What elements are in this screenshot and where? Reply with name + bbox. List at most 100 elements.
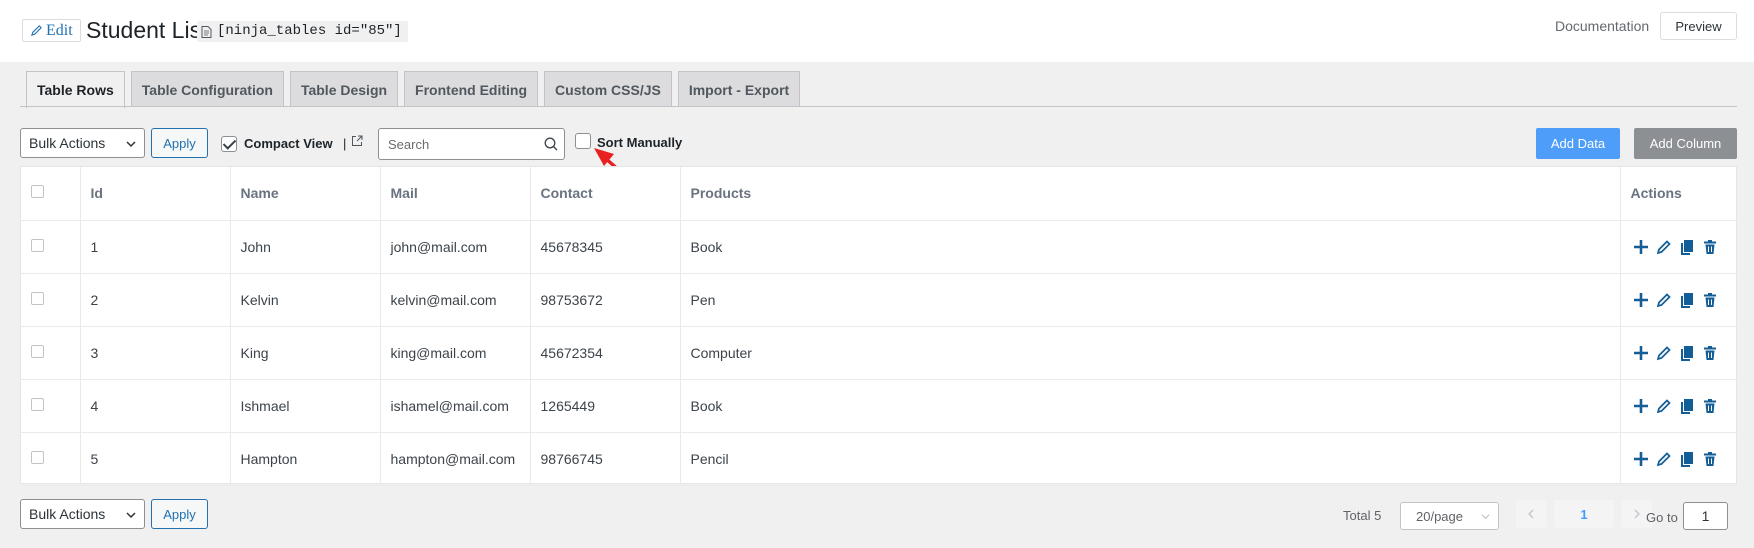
cell-actions (1620, 220, 1737, 274)
copy-icon[interactable] (1679, 451, 1695, 467)
cell-actions (1620, 379, 1737, 433)
apply-button[interactable]: Apply (151, 128, 208, 158)
table-row: 3 King king@mail.com 45672354 Computer (21, 326, 1738, 380)
tab-table-rows[interactable]: Table Rows (26, 71, 125, 108)
bulk-actions-select[interactable]: Bulk Actions (20, 128, 145, 158)
trash-icon[interactable] (1702, 451, 1718, 467)
plus-icon[interactable] (1633, 398, 1649, 414)
tab-table-configuration[interactable]: Table Configuration (130, 71, 284, 107)
cell-actions (1620, 326, 1738, 380)
compact-view-label: Compact View (244, 136, 333, 151)
document-icon (201, 25, 212, 38)
cell-product: Pencil (680, 432, 1621, 486)
shortcode-badge[interactable]: [ninja_tables id="85"] (197, 21, 408, 42)
search-icon[interactable] (544, 137, 558, 151)
cell-product: Book (680, 220, 1621, 274)
header-select-all[interactable] (21, 167, 81, 221)
trash-icon[interactable] (1702, 345, 1718, 361)
copy-icon[interactable] (1679, 398, 1695, 414)
row-select-cell (21, 379, 81, 433)
cell-contact: 1265449 (530, 379, 681, 433)
tab-custom-css-js[interactable]: Custom CSS/JS (544, 71, 672, 107)
cell-id: 4 (80, 379, 231, 433)
chevron-down-icon (1481, 514, 1490, 520)
tabs-divider (20, 106, 1737, 107)
copy-icon[interactable] (1679, 345, 1695, 361)
sort-manually-checkbox[interactable] (575, 133, 591, 149)
plus-icon[interactable] (1633, 239, 1649, 255)
row-actions (1631, 451, 1738, 467)
column-header-id[interactable]: Id (80, 167, 231, 221)
cell-mail: kelvin@mail.com (380, 273, 531, 327)
cell-product: Computer (680, 326, 1621, 380)
column-header-actions: Actions (1620, 167, 1737, 221)
tab-frontend-editing[interactable]: Frontend Editing (404, 71, 539, 107)
row-checkbox[interactable] (31, 397, 44, 411)
external-link-icon[interactable] (351, 135, 363, 147)
cell-contact: 98753672 (530, 273, 681, 327)
table-header-row: Id Name Mail Contact Products Actions (21, 167, 1737, 221)
preview-button[interactable]: Preview (1660, 12, 1737, 40)
data-table: Id Name Mail Contact Products Actions 1 … (20, 166, 1738, 486)
page-number-button[interactable]: 1 (1554, 500, 1614, 528)
row-actions (1631, 292, 1738, 308)
cell-id: 5 (80, 432, 231, 486)
trash-icon[interactable] (1702, 292, 1718, 308)
cell-id: 1 (80, 220, 231, 274)
cell-name: Kelvin (230, 273, 381, 327)
chevron-left-icon (1528, 509, 1534, 519)
table-row: 5 Hampton hampton@mail.com 98766745 Penc… (21, 432, 1738, 486)
plus-icon[interactable] (1633, 451, 1649, 467)
edit-title-button[interactable]: Edit (22, 19, 81, 42)
apply-button-bottom[interactable]: Apply (151, 499, 208, 529)
chevron-right-icon (1634, 509, 1640, 519)
shortcode-text: [ninja_tables id="85"] (217, 23, 402, 39)
total-count: Total 5 (1343, 508, 1382, 523)
column-header-products[interactable]: Products (680, 167, 1621, 221)
edit-icon[interactable] (1656, 451, 1672, 467)
cell-id: 2 (80, 273, 231, 327)
page-size-value: 20/page (1416, 508, 1463, 524)
column-header-contact[interactable]: Contact (530, 167, 681, 221)
add-data-button[interactable]: Add Data (1536, 128, 1620, 159)
row-select-cell (21, 432, 81, 486)
edit-icon[interactable] (1656, 398, 1672, 414)
column-header-name[interactable]: Name (230, 167, 381, 221)
edit-label: Edit (46, 22, 73, 39)
row-checkbox[interactable] (31, 291, 44, 305)
row-actions (1631, 345, 1738, 361)
page-size-select[interactable]: 20/page (1400, 502, 1499, 530)
cell-contact: 45678345 (530, 220, 681, 274)
edit-icon[interactable] (1656, 292, 1672, 308)
row-checkbox[interactable] (31, 238, 44, 252)
compact-view-checkbox[interactable] (221, 136, 237, 152)
tab-import-export[interactable]: Import - Export (677, 71, 801, 107)
plus-icon[interactable] (1633, 345, 1649, 361)
row-checkbox[interactable] (31, 344, 44, 358)
trash-icon[interactable] (1702, 239, 1718, 255)
column-header-mail[interactable]: Mail (380, 167, 531, 221)
cell-mail: john@mail.com (380, 220, 531, 274)
chevron-down-icon (126, 141, 136, 148)
copy-icon[interactable] (1679, 239, 1695, 255)
select-all-checkbox[interactable] (31, 185, 44, 199)
search-box[interactable] (378, 128, 565, 160)
goto-page-input[interactable]: 1 (1683, 502, 1728, 530)
add-column-button[interactable]: Add Column (1634, 128, 1737, 159)
documentation-link[interactable]: Documentation (1555, 17, 1649, 35)
prev-page-button[interactable] (1516, 500, 1546, 528)
goto-label: Go to (1646, 510, 1678, 525)
compact-view-separator: | (343, 136, 347, 151)
copy-icon[interactable] (1679, 292, 1695, 308)
trash-icon[interactable] (1702, 398, 1718, 414)
cell-product: Book (680, 379, 1621, 433)
plus-icon[interactable] (1633, 292, 1649, 308)
edit-icon[interactable] (1656, 239, 1672, 255)
bulk-actions-select-bottom[interactable]: Bulk Actions (20, 499, 145, 529)
row-checkbox[interactable] (31, 450, 44, 464)
tab-table-design[interactable]: Table Design (289, 71, 399, 107)
cell-contact: 98766745 (530, 432, 681, 486)
cell-name: Ishmael (230, 379, 381, 433)
edit-icon[interactable] (1656, 345, 1672, 361)
search-input[interactable] (379, 129, 529, 159)
